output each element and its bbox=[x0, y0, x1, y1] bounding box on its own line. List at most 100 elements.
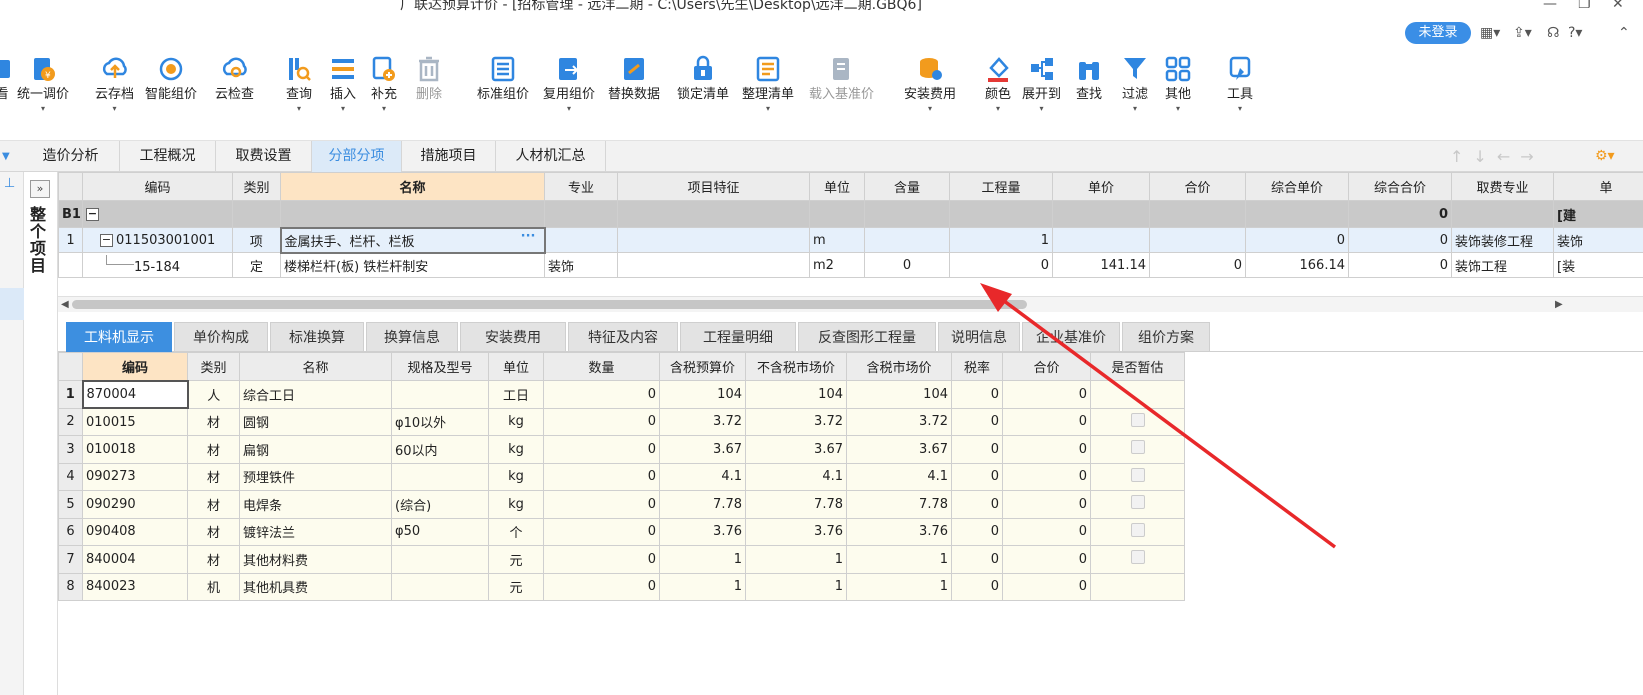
comp-total-cell[interactable]: 0 bbox=[1348, 252, 1452, 278]
type-cell[interactable]: 材 bbox=[187, 490, 240, 519]
spec-cell[interactable] bbox=[391, 380, 489, 409]
dropdown-arrow-icon[interactable]: ▾ bbox=[1226, 104, 1254, 114]
toolbar-button-cloud-check[interactable]: 云检查 bbox=[215, 54, 254, 104]
fee-major-cell[interactable]: 装饰工程 bbox=[1451, 252, 1554, 278]
code-cell[interactable]: 090408 bbox=[82, 517, 188, 546]
resource-row[interactable]: 5 090290 材电焊条 (综合) kg 0 7.78 7.78 7.78 0 0 bbox=[58, 490, 1185, 519]
spec-cell[interactable]: 60以内 bbox=[391, 435, 489, 464]
price-cell[interactable] bbox=[1052, 227, 1150, 253]
left-strip-selection[interactable] bbox=[0, 288, 24, 320]
toolbar-button-standard-price[interactable]: 标准组价 bbox=[477, 54, 529, 104]
quantity-cell[interactable]: 1 bbox=[949, 227, 1053, 253]
fee-major-cell[interactable]: 装饰装修工程 bbox=[1451, 227, 1554, 253]
market-price-cell[interactable]: 7.78 bbox=[846, 490, 952, 519]
name-cell[interactable]: 其他机具费 bbox=[239, 572, 392, 601]
more-options-icon[interactable]: ··· bbox=[521, 230, 536, 244]
provisional-cell[interactable] bbox=[1090, 572, 1185, 601]
resource-row[interactable]: 7 840004 材其他材料费元 0 1 1 1 0 0 bbox=[58, 545, 1185, 574]
toolbar-button-organize-list[interactable]: 整理清单 ▾ bbox=[742, 54, 794, 114]
dropdown-arrow-icon[interactable]: ▾ bbox=[742, 104, 794, 114]
tax-rate-cell[interactable]: 0 bbox=[951, 517, 1003, 546]
pin-icon[interactable]: ⊥ bbox=[4, 176, 15, 191]
tax-rate-cell[interactable]: 0 bbox=[951, 407, 1003, 436]
name-cell[interactable]: 圆钢 bbox=[239, 407, 392, 436]
toolbar-button-load-base-price[interactable]: 载入基准价 bbox=[809, 54, 874, 104]
toolbar-button-tools[interactable]: 工具 ▾ bbox=[1226, 54, 1254, 114]
column-header[interactable]: 规格及型号 bbox=[391, 352, 489, 381]
total-cell[interactable]: 0 bbox=[1002, 380, 1091, 409]
tab-3[interactable]: 分部分项 bbox=[312, 141, 402, 172]
dropdown-arrow-icon[interactable]: ▾ bbox=[904, 104, 956, 114]
price-cell[interactable]: 141.14 bbox=[1052, 252, 1150, 278]
type-cell[interactable]: 材 bbox=[187, 462, 240, 491]
toolbar-button-supplement[interactable]: 补充 ▾ bbox=[370, 54, 398, 114]
unit-cell[interactable]: m bbox=[809, 227, 865, 253]
unit-cell[interactable]: 工日 bbox=[488, 380, 544, 409]
scrollbar-thumb[interactable] bbox=[72, 300, 1027, 309]
resource-row[interactable]: 8 840023 机其他机具费元 0 1 1 1 0 0 bbox=[58, 572, 1185, 601]
name-cell[interactable]: 电焊条 bbox=[239, 490, 392, 519]
tab-1[interactable]: 工程概况 bbox=[120, 141, 216, 172]
column-header[interactable]: 项目特征 bbox=[617, 172, 810, 201]
dropdown-arrow-icon[interactable]: ▾ bbox=[370, 104, 398, 114]
market-price-cell[interactable]: 3.67 bbox=[846, 435, 952, 464]
provisional-cell[interactable] bbox=[1090, 545, 1185, 574]
total-cell[interactable]: 0 bbox=[1002, 517, 1091, 546]
column-header[interactable]: 编码 bbox=[82, 352, 188, 381]
market-price-ex-tax-cell[interactable]: 7.78 bbox=[745, 490, 847, 519]
quantity-cell[interactable]: 0 bbox=[543, 490, 660, 519]
budget-price-cell[interactable]: 4.1 bbox=[659, 462, 746, 491]
name-cell[interactable]: 其他材料费 bbox=[239, 545, 392, 574]
market-price-cell[interactable]: 1 bbox=[846, 572, 952, 601]
spec-cell[interactable]: φ50 bbox=[391, 517, 489, 546]
column-header[interactable]: 单 bbox=[1553, 172, 1643, 201]
toolbar-button-replace-data[interactable]: 替换数据 bbox=[608, 54, 660, 104]
column-header[interactable]: 税率 bbox=[951, 352, 1003, 381]
toolbar-button-find[interactable]: 查找 bbox=[1075, 54, 1103, 104]
budget-price-cell[interactable]: 1 bbox=[659, 545, 746, 574]
market-price-cell[interactable]: 1 bbox=[846, 545, 952, 574]
dropdown-arrow-icon[interactable]: ▾ bbox=[543, 104, 595, 114]
spec-cell[interactable] bbox=[391, 572, 489, 601]
bottom-tab-4[interactable]: 安装费用 bbox=[460, 322, 566, 352]
unit-cell[interactable]: 个 bbox=[488, 517, 544, 546]
dropdown-arrow-icon[interactable]: ▾ bbox=[1121, 104, 1149, 114]
tab-2[interactable]: 取费设置 bbox=[216, 141, 312, 172]
headset-icon[interactable]: ☊ bbox=[1547, 22, 1559, 44]
expand-sidebar-icon[interactable]: » bbox=[30, 180, 50, 198]
tax-rate-cell[interactable]: 0 bbox=[951, 435, 1003, 464]
tax-rate-cell[interactable]: 0 bbox=[951, 545, 1003, 574]
column-header[interactable]: 名称 bbox=[239, 352, 392, 381]
quantity-cell[interactable]: 0 bbox=[949, 252, 1053, 278]
provisional-checkbox[interactable] bbox=[1130, 440, 1145, 455]
type-cell[interactable]: 机 bbox=[187, 572, 240, 601]
whole-project-label[interactable]: 整个项目 bbox=[30, 206, 48, 274]
content-cell[interactable]: 0 bbox=[864, 252, 950, 278]
bottom-tab-5[interactable]: 特征及内容 bbox=[568, 322, 678, 352]
column-header[interactable]: 类别 bbox=[232, 172, 281, 201]
code-cell[interactable]: −011503001001 bbox=[82, 227, 233, 253]
horizontal-scrollbar[interactable]: ◀ ▶ bbox=[58, 296, 1643, 312]
bottom-tab-9[interactable]: 企业基准价 bbox=[1022, 322, 1120, 352]
name-cell[interactable]: 镀锌法兰 bbox=[239, 517, 392, 546]
feature-cell[interactable] bbox=[617, 227, 810, 253]
name-cell[interactable]: 综合工日 bbox=[239, 380, 392, 409]
unit-cell[interactable]: kg bbox=[488, 435, 544, 464]
budget-price-cell[interactable]: 7.78 bbox=[659, 490, 746, 519]
bottom-tab-6[interactable]: 工程量明细 bbox=[680, 322, 796, 352]
total-cell[interactable]: 0 bbox=[1002, 545, 1091, 574]
dropdown-arrow-icon[interactable]: ▾ bbox=[95, 104, 134, 114]
bill-row[interactable]: 15-184 定楼梯栏杆(板) 铁栏杆制安 装饰 m2 0 0 141.14 0 166.14 0… bbox=[58, 252, 1643, 278]
bottom-tab-1[interactable]: 单价构成 bbox=[174, 322, 268, 352]
column-header[interactable]: 综合单价 bbox=[1245, 172, 1349, 201]
column-header[interactable]: 编码 bbox=[82, 172, 233, 201]
total-cell[interactable]: 0 bbox=[1002, 407, 1091, 436]
type-cell[interactable]: 材 bbox=[187, 407, 240, 436]
group-row[interactable]: B1− 0 [建 bbox=[58, 200, 1643, 228]
quantity-cell[interactable]: 0 bbox=[543, 517, 660, 546]
market-price-cell[interactable]: 3.76 bbox=[846, 517, 952, 546]
tax-rate-cell[interactable]: 0 bbox=[951, 572, 1003, 601]
code-cell[interactable]: 840004 bbox=[82, 545, 188, 574]
toolbar-button-cloud-save[interactable]: 云存档 ▾ bbox=[95, 54, 134, 114]
total-cell[interactable]: 0 bbox=[1002, 572, 1091, 601]
